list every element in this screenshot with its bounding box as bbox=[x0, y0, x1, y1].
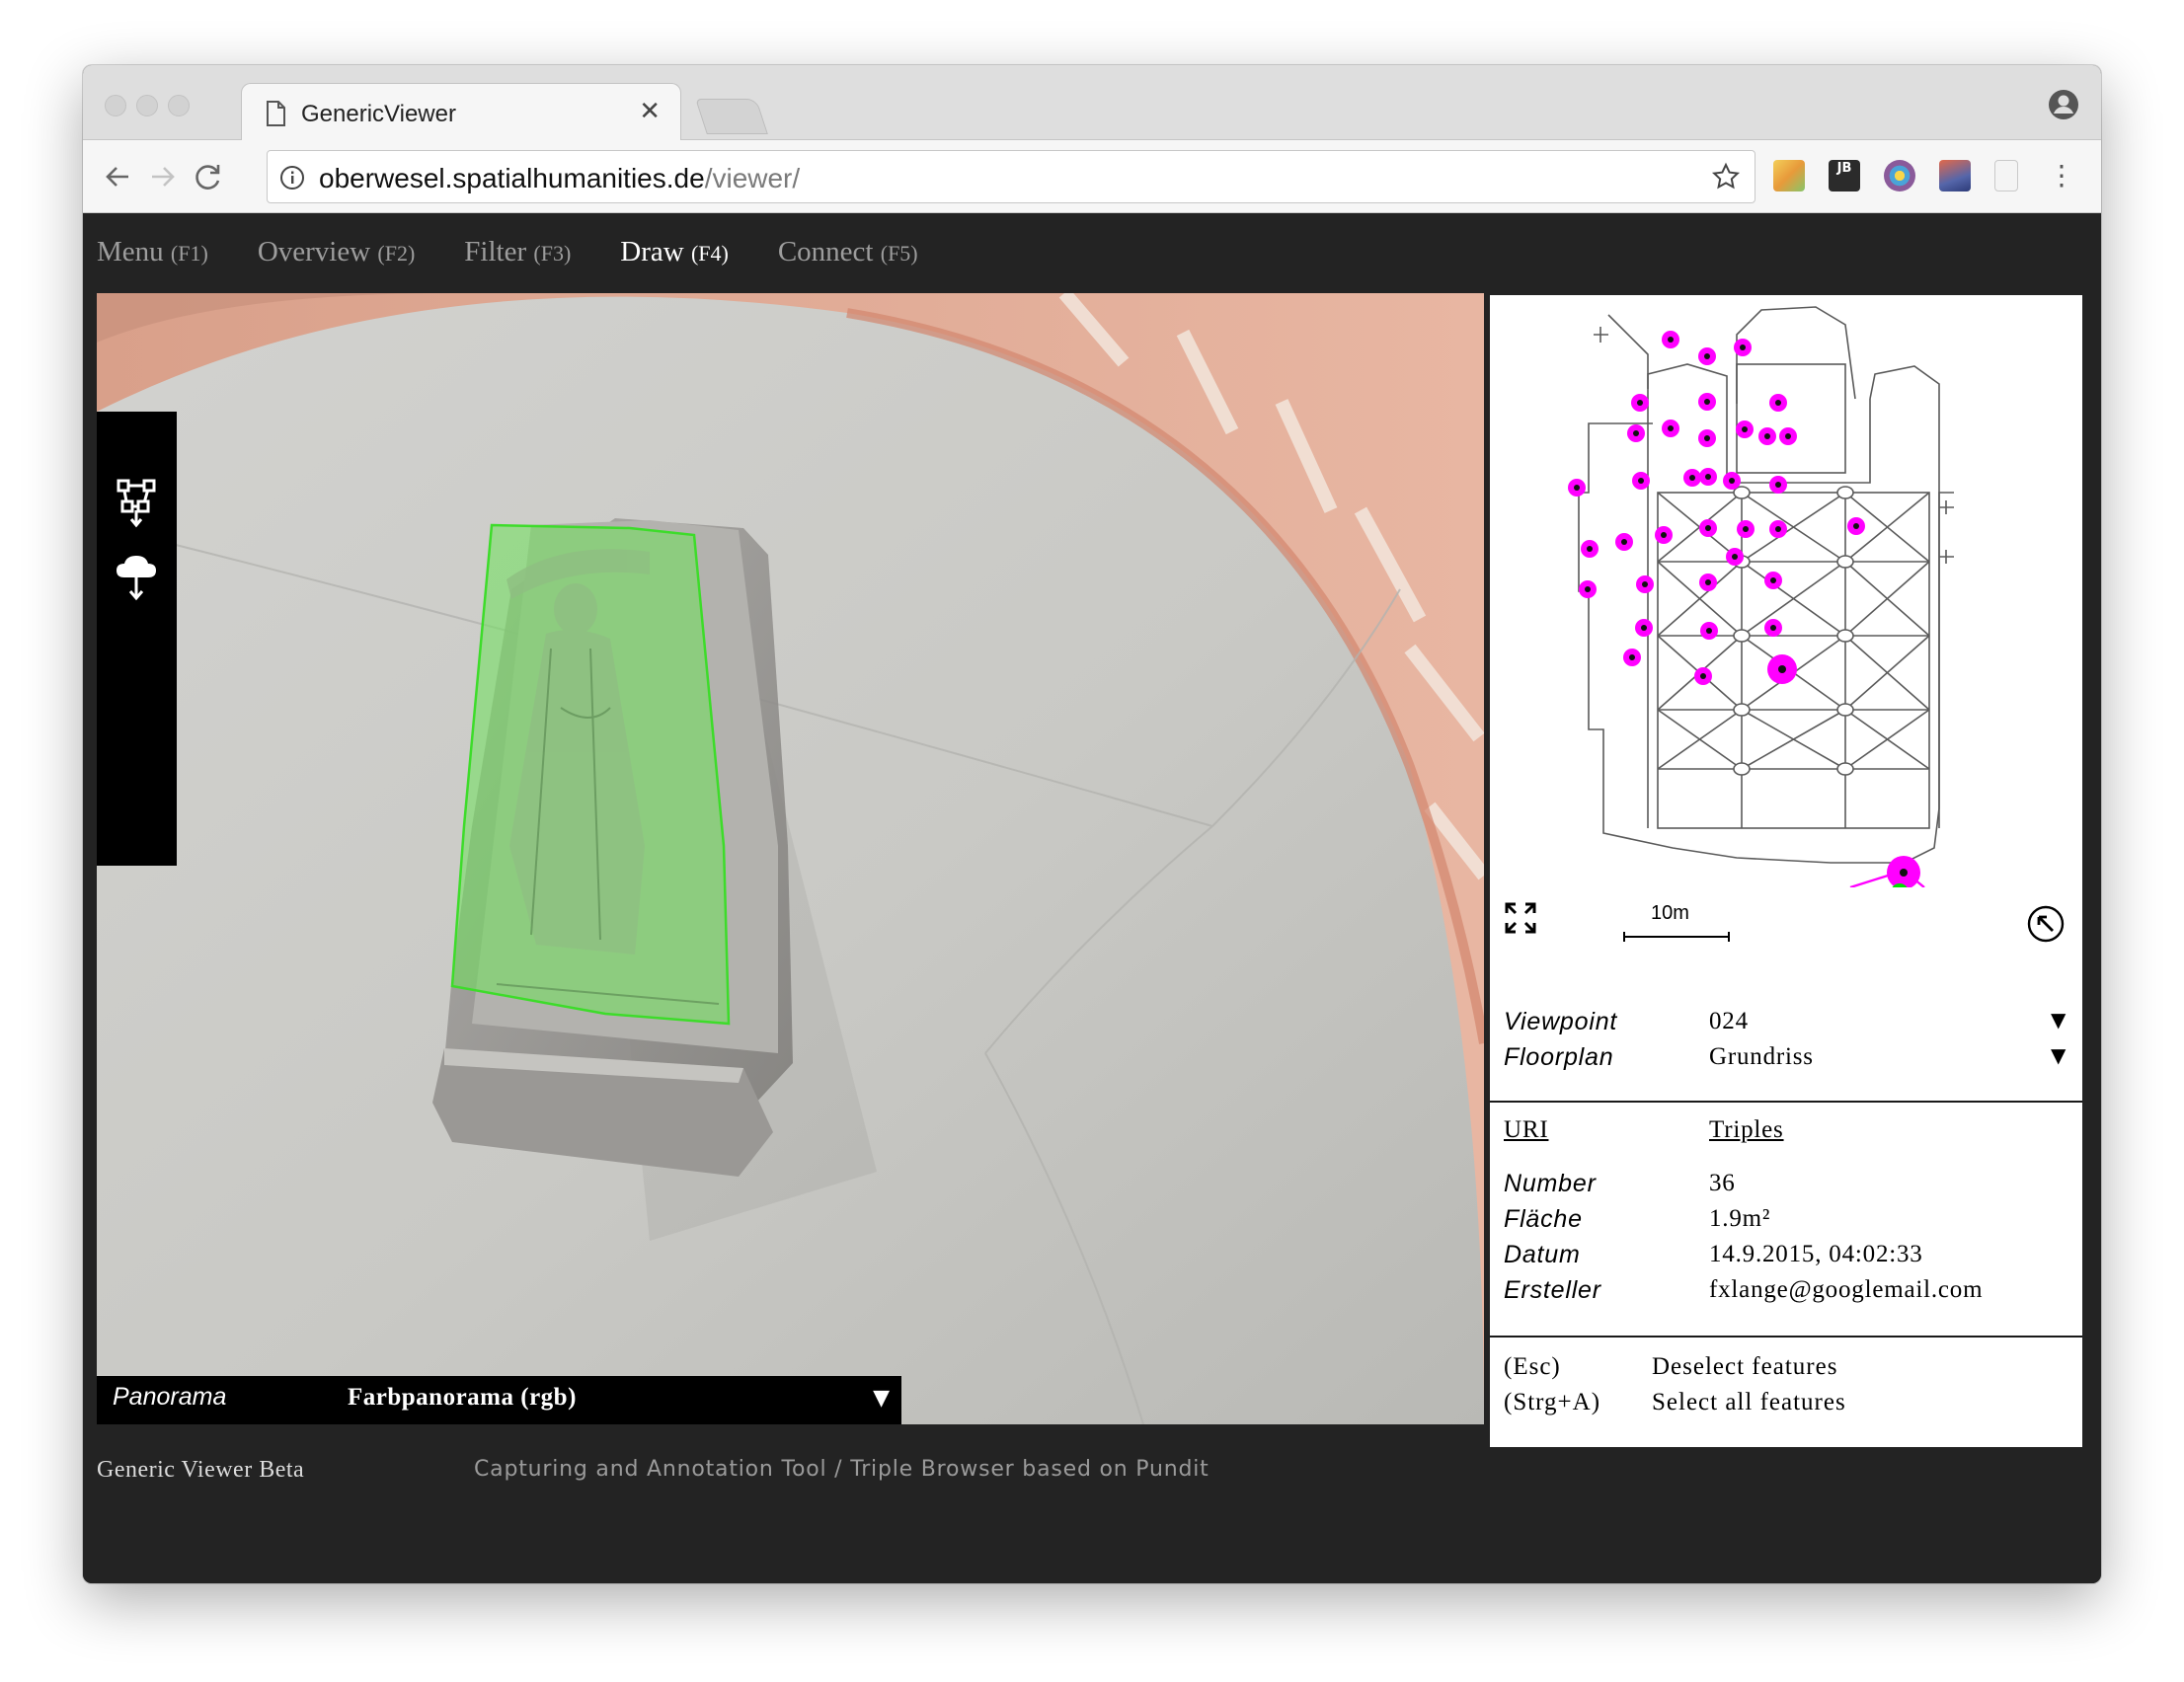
date-value: 14.9.2015, 04:02:33 bbox=[1709, 1241, 1923, 1267]
viewpoint-label: Viewpoint bbox=[1504, 1008, 1618, 1035]
nav-connect-label: Connect bbox=[777, 236, 874, 268]
info-icon[interactable] bbox=[279, 165, 305, 195]
close-window-button[interactable] bbox=[105, 95, 126, 116]
app-nav: Menu (F1) Overview (F2) Filter (F3) Draw… bbox=[97, 236, 918, 268]
area-value: 1.9m² bbox=[1709, 1205, 1771, 1232]
extension-jb-icon[interactable]: JB bbox=[1829, 160, 1860, 191]
extension-code-icon[interactable] bbox=[1994, 160, 2018, 191]
viewpoint-markers[interactable] bbox=[1568, 331, 1925, 887]
scale-label: 10m bbox=[1651, 902, 1689, 924]
divider bbox=[1490, 1101, 2082, 1103]
upload-cloud-icon[interactable] bbox=[115, 554, 158, 603]
number-label: Number bbox=[1504, 1170, 1597, 1197]
nav-draw[interactable]: Draw (F4) bbox=[620, 236, 729, 268]
url-path: /viewer/ bbox=[704, 163, 801, 193]
reload-icon[interactable] bbox=[194, 162, 223, 196]
nav-overview-label: Overview bbox=[257, 236, 371, 268]
nav-draw-key: (F4) bbox=[690, 241, 729, 266]
nav-menu-key: (F1) bbox=[170, 241, 208, 266]
url-text: oberwesel.spatialhumanities.de/viewer/ bbox=[319, 163, 800, 194]
document-icon bbox=[266, 101, 285, 131]
floorplan-drawing bbox=[1568, 306, 1954, 887]
browser-tab[interactable]: GenericViewer ✕ bbox=[241, 83, 681, 141]
dropdown-caret-icon[interactable]: ▼ bbox=[873, 1386, 890, 1411]
new-tab-button[interactable] bbox=[695, 99, 768, 134]
nav-overview-key: (F2) bbox=[377, 241, 416, 266]
footer-app-name: Generic Viewer Beta bbox=[97, 1457, 305, 1483]
close-tab-icon[interactable]: ✕ bbox=[639, 99, 661, 124]
floorplan-label: Floorplan bbox=[1504, 1043, 1614, 1071]
back-icon[interactable] bbox=[103, 162, 132, 196]
tab-title: GenericViewer bbox=[301, 101, 456, 127]
viewpoint-value: 024 bbox=[1709, 1008, 1749, 1034]
floorplan-value: Grundriss bbox=[1709, 1043, 1814, 1070]
fullscreen-icon[interactable] bbox=[1504, 901, 1537, 940]
tab-strip: GenericViewer ✕ bbox=[83, 65, 2101, 141]
number-value: 36 bbox=[1709, 1170, 1736, 1196]
extension-chart-icon[interactable] bbox=[1939, 160, 1971, 191]
nav-filter[interactable]: Filter (F3) bbox=[464, 236, 571, 268]
nav-menu-label: Menu bbox=[97, 236, 164, 268]
floorplan-map[interactable] bbox=[1490, 295, 2082, 887]
extension-box-icon[interactable] bbox=[1773, 160, 1805, 191]
profile-icon[interactable] bbox=[2048, 89, 2079, 125]
extension-color-picker-icon[interactable] bbox=[1884, 160, 1915, 191]
divider bbox=[1490, 1336, 2082, 1338]
nav-connect-key: (F5) bbox=[880, 241, 918, 266]
forward-icon[interactable] bbox=[148, 162, 178, 196]
bookmark-star-icon[interactable] bbox=[1711, 162, 1741, 196]
shortcut-key: (Esc) bbox=[1504, 1353, 1561, 1380]
shortcut-key: (Strg+A) bbox=[1504, 1389, 1601, 1415]
nav-draw-label: Draw bbox=[620, 236, 684, 268]
compass-icon[interactable] bbox=[2027, 905, 2065, 948]
url-host: oberwesel.spatialhumanities.de bbox=[319, 163, 705, 193]
app-area: Menu (F1) Overview (F2) Filter (F3) Draw… bbox=[83, 214, 2101, 1583]
panorama-label: Panorama bbox=[113, 1383, 227, 1411]
scale-line bbox=[1623, 932, 1730, 942]
viewpoint-dropdown-icon[interactable]: ▼ bbox=[2051, 1008, 2066, 1032]
date-label: Datum bbox=[1504, 1241, 1581, 1268]
shortcut-desc: Select all features bbox=[1652, 1389, 1846, 1415]
panorama-value: Farbpanorama (rgb) bbox=[348, 1384, 577, 1411]
minimize-window-button[interactable] bbox=[136, 95, 158, 116]
panorama-select[interactable]: Panorama Farbpanorama (rgb) ▼ bbox=[97, 1376, 901, 1424]
nav-filter-label: Filter bbox=[464, 236, 527, 268]
triples-link[interactable]: Triples bbox=[1709, 1116, 1784, 1144]
nav-connect[interactable]: Connect (F5) bbox=[778, 236, 918, 268]
creator-value: fxlange@googlemail.com bbox=[1709, 1276, 1984, 1303]
maximize-window-button[interactable] bbox=[168, 95, 190, 116]
browser-window: GenericViewer ✕ oberwesel.spatialhumanit… bbox=[83, 65, 2101, 1583]
footer-description: Capturing and Annotation Tool / Triple B… bbox=[474, 1457, 1209, 1482]
shortcut-select-all: (Strg+A) Select all features bbox=[1504, 1389, 1845, 1416]
scale-bar: 10m bbox=[1623, 902, 1732, 942]
nav-overview[interactable]: Overview (F2) bbox=[258, 236, 415, 268]
polygon-tool-icon[interactable] bbox=[115, 477, 158, 528]
panorama-viewer[interactable]: Panorama Farbpanorama (rgb) ▼ bbox=[97, 293, 1484, 1424]
browser-toolbar: oberwesel.spatialhumanities.de/viewer/ J… bbox=[83, 140, 2101, 213]
floorplan-dropdown-icon[interactable]: ▼ bbox=[2051, 1043, 2066, 1067]
area-label: Fläche bbox=[1504, 1205, 1583, 1233]
nav-filter-key: (F3) bbox=[533, 241, 572, 266]
panorama-image bbox=[97, 293, 1484, 1424]
uri-link[interactable]: URI bbox=[1504, 1116, 1548, 1144]
side-panel: 10m Viewpoint 024 ▼ Floorplan Grundriss … bbox=[1490, 295, 2082, 1447]
shortcut-deselect: (Esc) Deselect features bbox=[1504, 1353, 1836, 1381]
shortcut-desc: Deselect features bbox=[1652, 1353, 1838, 1380]
nav-menu[interactable]: Menu (F1) bbox=[97, 236, 208, 268]
draw-toolbar bbox=[97, 412, 177, 866]
creator-label: Ersteller bbox=[1504, 1276, 1601, 1304]
browser-menu-icon[interactable]: ⋮ bbox=[2048, 162, 2075, 190]
address-bar[interactable]: oberwesel.spatialhumanities.de/viewer/ bbox=[267, 150, 1755, 203]
